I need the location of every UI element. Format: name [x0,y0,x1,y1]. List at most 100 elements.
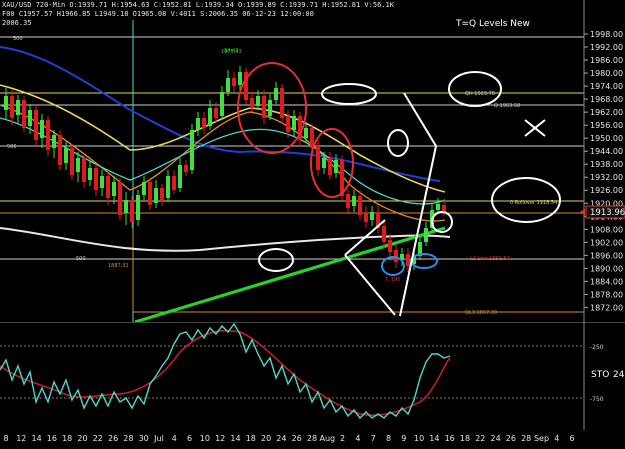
date-label: 4 [172,434,177,443]
date-label: Aug [319,434,335,443]
candle-body [346,194,350,208]
candle-body [76,158,80,172]
candle-high-label: 34.43 [224,48,238,54]
candle-body [382,226,386,242]
date-label: 22 [475,434,485,443]
price-tick-label: 1956.00 [590,121,623,130]
candle-body [286,116,290,132]
annotation-white-line-right[interactable] [344,254,396,316]
price-tick-label: 1950.00 [590,134,623,143]
date-label: 20 [261,434,271,443]
candle-body [370,212,374,220]
annotation-white-oval-mid[interactable] [387,129,409,157]
rollover-label: 0 Rollover 1918.54 [510,200,557,206]
annotation-white-oval-low[interactable] [258,248,294,272]
date-label: 20 [77,434,87,443]
date-label: 30 [139,434,149,443]
candle-body [274,88,278,100]
date-label: Sep [534,434,549,443]
date-label: 8 [386,434,391,443]
date-label: 26 [292,434,302,443]
price-tick-label: 1872.00 [590,303,623,312]
candle-body [424,228,428,242]
price-tick-label: 1992.00 [590,43,623,52]
candle-body [112,182,116,196]
date-label: 28 [123,434,133,443]
qh-level-label: QH 1969.78 [465,91,495,97]
annotation-cross-icon[interactable] [524,119,546,137]
ql3-level-label: QL3 1867.30 [465,310,497,316]
price-tick-label: 1968.00 [590,95,623,104]
current-price-label: 1913.96 [590,208,625,218]
date-label: 24 [276,434,286,443]
sto-label: STO [591,370,609,380]
annotation-white-oval-qh[interactable] [448,71,502,107]
date-label: 16 [47,434,57,443]
candle-body [214,108,218,118]
date-label: 12 [16,434,26,443]
candle-body [130,200,134,222]
date-label: 24 [491,434,501,443]
candle-body [34,110,38,140]
price-tick-label: 1896.00 [590,251,623,260]
date-label: 26 [506,434,516,443]
date-label: 14 [230,434,240,443]
candle-body [154,188,158,203]
price-tick-label: 1932.00 [590,173,623,182]
date-label: 6 [187,434,192,443]
candle-body [4,96,8,110]
date-label: 16 [445,434,455,443]
candle-body [394,250,398,262]
candle-body [124,200,128,213]
candle-body [220,92,224,116]
stochastic-panel[interactable]: -250 -750 STO 24 [0,322,625,430]
date-label: 18 [62,434,72,443]
price-axis-ticks: 1998.00 1992.00 1986.00 1980.00 1974.00 1968.… [584,30,623,312]
price-chart[interactable]: 1998.00 1992.00 1986.00 1980.00 1974.00 1968.… [0,0,625,322]
date-axis-labels: 8 12 14 16 18 20 22 26 28 30 Jul 4 6 10 12 14 18 20 24 26 28… [3,434,574,443]
annotation-blue-circle-1[interactable] [381,256,405,276]
price-tick-label: 1974.00 [590,82,623,91]
price-tick-label: 1980.00 [590,69,623,78]
date-label: 12 [215,434,225,443]
candle-body [88,168,92,180]
candle-body [118,182,122,215]
l3-level-label: L3 Low 1892.84 [470,256,510,262]
date-label: 10 [200,434,210,443]
candle-body [106,176,110,198]
candle-body [364,213,368,222]
annotation-white-bracket[interactable] [399,92,438,317]
candle-body [304,128,308,138]
candle-body [322,158,326,168]
date-label: 4 [355,434,360,443]
level-label-500-low: 500 [76,256,86,262]
price-tick-label: 1998.00 [590,30,623,39]
candle-body [388,240,392,252]
candle-body [16,100,20,115]
candle-body [172,176,176,190]
candle-body [190,130,194,170]
price-tick-label: 1938.00 [590,160,623,169]
sto-main-line [0,322,451,420]
date-label: 9 [401,434,406,443]
candle-body [238,72,242,85]
candle-body [202,118,206,128]
price-tick-label: 1884.00 [590,277,623,286]
candle-body [82,158,86,182]
candle-body [226,78,230,92]
candle-body [46,120,50,150]
date-label: 28 [307,434,317,443]
date-label: 18 [460,434,470,443]
candle-body [28,110,32,126]
date-label: 8 [3,434,8,443]
candle-body [208,108,212,126]
date-label: 22 [93,434,103,443]
price-tick-label: 1962.00 [590,108,623,117]
price-tick-label: 1986.00 [590,56,623,65]
annotation-white-oval-top[interactable] [321,83,377,105]
candle-body [160,188,164,200]
date-label: 26 [108,434,118,443]
current-price-arrow [580,209,585,215]
level-label-500-top: 500 [13,36,23,42]
candle-body [178,165,182,188]
